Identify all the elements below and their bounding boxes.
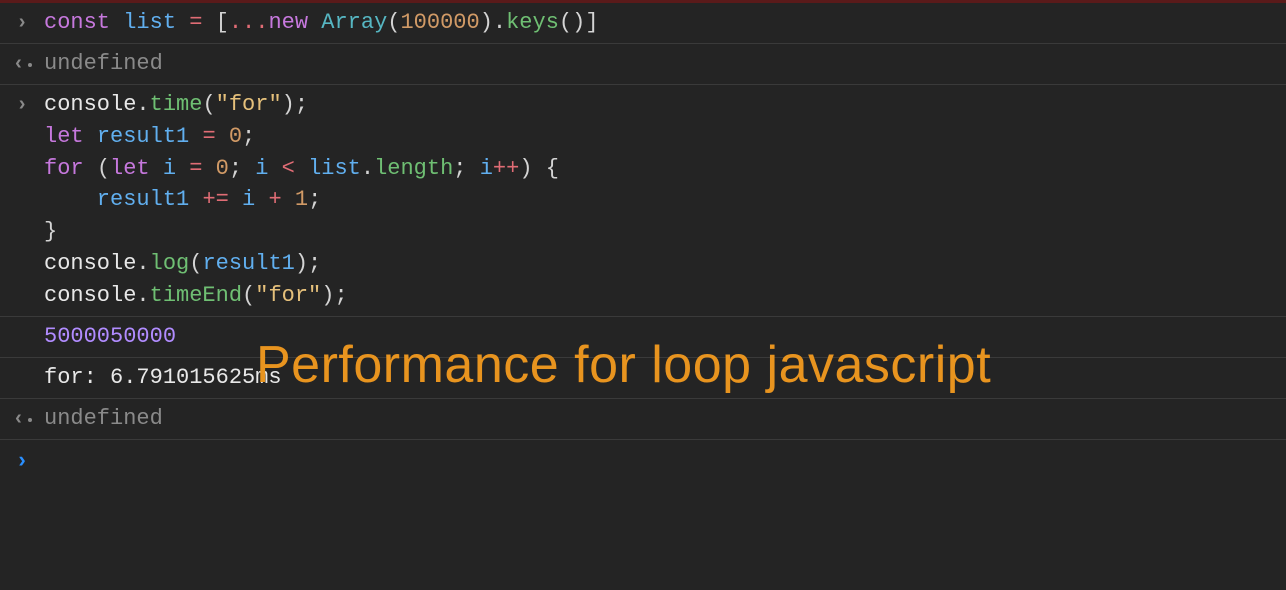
- console-entry-content: undefined: [44, 48, 1286, 80]
- console-entry-content: for: 6.791015625ms: [44, 362, 1286, 394]
- chevron-input-icon: ›: [16, 91, 28, 120]
- chevron-return-icon: ‹: [12, 50, 31, 79]
- console-entry-content: console.time("for"); let result1 = 0; fo…: [44, 89, 1286, 312]
- console-entry-return: ‹ undefined: [0, 399, 1286, 440]
- console-entry-log: for: 6.791015625ms: [0, 358, 1286, 399]
- console-entry-content: 5000050000: [44, 321, 1286, 353]
- console-entry-input: › console.time("for"); let result1 = 0; f…: [0, 85, 1286, 317]
- console-entry-content: const list = [...new Array(100000).keys(…: [44, 7, 1286, 39]
- chevron-return-icon: ‹: [12, 405, 31, 434]
- console-entry-content: undefined: [44, 403, 1286, 435]
- console-entry-return: ‹ undefined: [0, 44, 1286, 85]
- console-entry-prompt[interactable]: ›: [0, 440, 1286, 482]
- console-entry-input: › const list = [...new Array(100000).keys…: [0, 3, 1286, 44]
- chevron-input-icon: ›: [16, 9, 28, 38]
- console-entry-log: 5000050000: [0, 317, 1286, 358]
- chevron-prompt-icon: ›: [15, 446, 28, 478]
- devtools-console[interactable]: › const list = [...new Array(100000).keys…: [0, 0, 1286, 590]
